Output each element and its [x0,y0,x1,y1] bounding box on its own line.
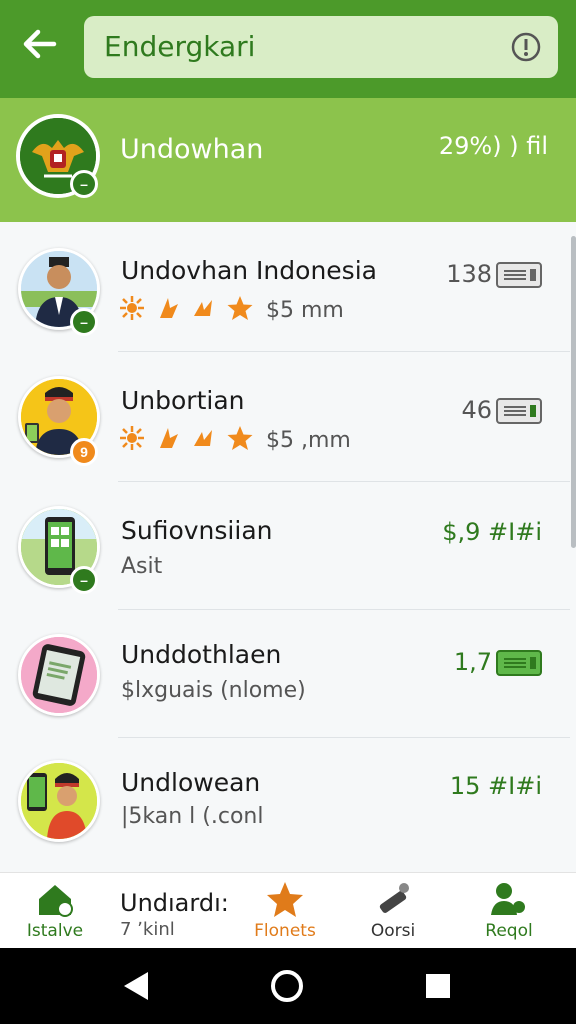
item-value: $,9 #I#i [442,518,542,546]
list-item-partial[interactable]: Undıardı: 7 ʼkinl [120,889,229,940]
nav-item-favorites[interactable]: Flonets [230,879,340,948]
list-item[interactable]: Unddothlaen $lxguais (nlome) 1,7 [0,610,570,738]
flame-icon [194,300,212,316]
item-value: 46 [461,396,492,424]
rating-stars [118,424,254,452]
item-value: 138 [446,260,492,288]
home-icon [39,885,73,917]
nav-label: Istalve [26,921,84,941]
back-button[interactable] [18,22,62,66]
person-avatar-icon [21,763,97,839]
list-item[interactable]: – Sufiovnsiian Asit $,9 #I#i [0,482,570,610]
nav-label: Reqol [485,921,533,941]
item-list: – Undovhan Indonesia $5 mm 138 9 Unborti… [0,222,576,872]
search-field[interactable]: Endergkari [84,16,558,78]
arrow-left-icon [23,29,57,59]
scrollbar[interactable] [571,236,576,548]
avatar [18,634,100,716]
bottom-navigation: Undıardı: 7 ʼkinl Istalve Flonets Oorsi … [0,872,576,948]
recents-square-icon[interactable] [418,966,458,1006]
card-icon [496,650,542,676]
item-title: Undovhan Indonesia [121,256,377,285]
list-item[interactable]: 9 Unbortian $5 ,mm 46 [0,352,570,482]
avatar [18,760,100,842]
status-badge: – [70,566,98,594]
featured-title: Undowhan [120,134,264,165]
search-input-text[interactable]: Endergkari [104,30,255,63]
top-app-bar: Endergkari [0,0,576,98]
nav-label: Oorsi [370,921,416,941]
item-subtitle: $lxguais (nlome) [121,678,306,703]
item-subtitle: Asit [121,554,163,579]
notification-badge: 9 [70,438,98,466]
flame-icon [160,298,178,318]
nav-item-tools[interactable]: Oorsi [338,879,448,948]
item-title: Unddothlaen [121,640,282,669]
sun-icon [120,296,144,320]
nav-item-home[interactable]: Istalve [0,879,110,948]
list-item[interactable]: Undlowean |5kan l (.conl 15 #I#i [0,738,570,866]
star-icon [227,296,253,320]
item-value: 1,7 [453,648,492,676]
star-icon [267,882,303,917]
status-badge: – [70,308,98,336]
nav-item-profile[interactable]: Reqol [454,879,564,948]
item-subtitle: |5kan l (.conl [121,804,264,829]
home-circle-icon[interactable] [267,966,307,1006]
card-icon [496,398,542,424]
card-icon [496,262,542,288]
system-navigation-bar [0,948,576,1024]
alert-icon[interactable] [510,31,542,63]
item-price: $5 ,mm [266,428,351,453]
featured-item[interactable]: – Undowhan 29%) ) fil [0,98,576,222]
flame-icon [160,428,178,448]
back-triangle-icon[interactable] [116,966,156,1006]
item-title: Unbortian [121,386,245,415]
phone-avatar-icon [21,637,97,713]
item-title: Undıardı: [120,889,229,917]
flame-icon [194,430,212,446]
list-item[interactable]: – Undovhan Indonesia $5 mm 138 [0,222,570,352]
item-value: 15 #I#i [449,772,542,800]
star-icon [227,426,253,450]
tools-icon [379,883,409,913]
featured-meta: 29%) ) fil [438,132,548,160]
nav-label: Flonets [254,921,316,941]
item-title: Undlowean [121,768,261,797]
item-price: $5 mm [266,298,344,323]
rating-stars [118,294,254,322]
sun-icon [120,426,144,450]
status-badge: – [70,170,98,198]
item-title: Sufiovnsiian [121,516,273,545]
person-icon [491,883,525,915]
item-subtitle: 7 ʼkinl [120,919,175,940]
